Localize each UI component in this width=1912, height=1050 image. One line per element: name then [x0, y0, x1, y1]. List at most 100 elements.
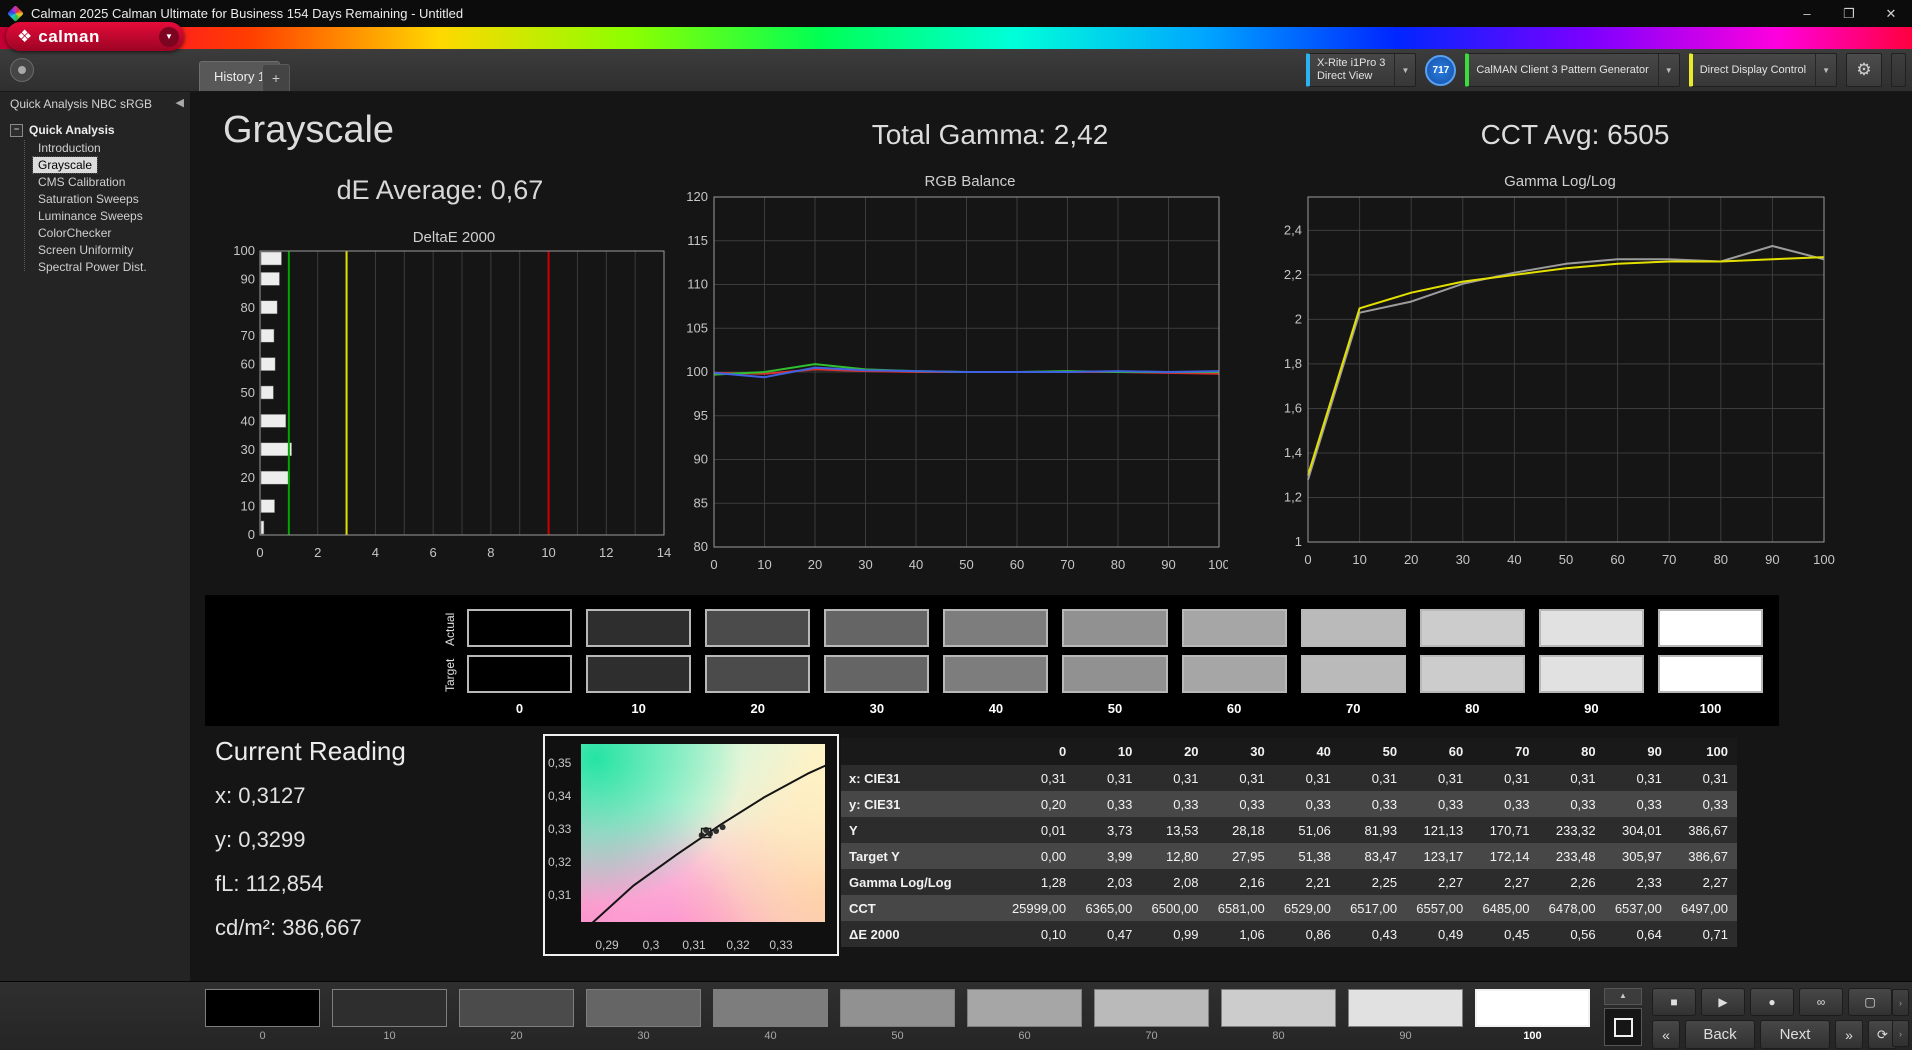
table-header-cell: 10: [1075, 744, 1141, 759]
table-cell: 0,33: [1208, 797, 1274, 812]
target-patch-30: [824, 655, 929, 693]
pattern-generator-button[interactable]: CalMAN Client 3 Pattern Generator ▼: [1465, 53, 1679, 87]
svg-text:50: 50: [959, 557, 973, 572]
meter-device-button[interactable]: X-Rite i1Pro 3 Direct View ▼: [1306, 53, 1416, 87]
svg-text:10: 10: [241, 499, 255, 514]
pattern-swatch: [1221, 989, 1336, 1027]
link-button[interactable]: ∞: [1799, 988, 1843, 1016]
cie-diagram[interactable]: 0,350,340,330,320,310,290,30,310,320,33: [543, 734, 839, 956]
sidebar-item-screen-uniformity[interactable]: Screen Uniformity: [33, 242, 138, 258]
deltae-chart-svg: 100908070605040302010002468101214: [230, 243, 680, 563]
actual-patch-20: [705, 609, 810, 647]
pattern-generator-label: CalMAN Client 3 Pattern Generator: [1476, 64, 1648, 76]
target-patch-80: [1420, 655, 1525, 693]
stop-button[interactable]: ■: [1652, 988, 1696, 1016]
sidebar-item-luminance-sweeps[interactable]: Luminance Sweeps: [33, 208, 148, 224]
pattern-swatch: [1348, 989, 1463, 1027]
app-logo-icon: [7, 5, 24, 22]
page-title: Grayscale: [223, 109, 394, 152]
close-button[interactable]: ✕: [1870, 0, 1912, 27]
stop-icon: ■: [1670, 995, 1677, 1009]
table-row-target-y: Target Y0,003,9912,8027,9551,3883,47123,…: [841, 843, 1737, 869]
tree-expander-icon[interactable]: −: [10, 124, 23, 137]
toolbar-overflow-button[interactable]: [1891, 53, 1906, 87]
pattern-level-button-70[interactable]: 70: [1094, 989, 1209, 1042]
maximize-button[interactable]: ❐: [1828, 0, 1870, 27]
next-button[interactable]: Next: [1760, 1020, 1830, 1049]
sidebar-item-introduction[interactable]: Introduction: [33, 140, 106, 156]
patch-level-label-80: 80: [1420, 701, 1525, 716]
table-cell: 0,43: [1340, 927, 1406, 942]
pattern-window-icon: [1614, 1018, 1633, 1037]
pattern-level-button-100[interactable]: 100: [1475, 989, 1590, 1042]
table-cell: 6478,00: [1538, 901, 1604, 916]
workflow-nav-button[interactable]: [10, 58, 34, 82]
table-cell: 0,20: [1009, 797, 1075, 812]
table-cell: 6497,00: [1671, 901, 1737, 916]
svg-text:85: 85: [694, 495, 708, 510]
pattern-level-button-40[interactable]: 40: [713, 989, 828, 1042]
pattern-level-button-10[interactable]: 10: [332, 989, 447, 1042]
sidebar-item-saturation-sweeps[interactable]: Saturation Sweeps: [33, 191, 144, 207]
record-button[interactable]: ●: [1750, 988, 1794, 1016]
reading-fl-value: fL: 112,854: [215, 871, 406, 897]
pattern-panel-up-button[interactable]: ▲: [1604, 988, 1642, 1005]
actual-patch-row: [467, 609, 1763, 647]
rgb-balance-chart-title: RGB Balance: [690, 173, 1250, 190]
table-cell: 0,33: [1538, 797, 1604, 812]
sidebar-collapse-icon[interactable]: ◀: [176, 96, 184, 109]
bottom-patch-row: 0 10 20 30405060708090100: [205, 989, 1590, 1042]
table-cell: 81,93: [1340, 823, 1406, 838]
play-button[interactable]: ▶: [1701, 988, 1745, 1016]
tree-root-quick-analysis[interactable]: − Quick Analysis: [0, 121, 190, 140]
app-window: Calman 2025 Calman Ultimate for Business…: [0, 0, 1912, 1050]
meter-reading-badge[interactable]: 717: [1425, 55, 1456, 86]
chevron-down-icon: ▼: [1394, 54, 1415, 86]
table-cell: 6517,00: [1340, 901, 1406, 916]
pattern-level-button-30[interactable]: 30: [586, 989, 701, 1042]
record-dot-icon: [18, 66, 26, 74]
sidebar-item-colorchecker[interactable]: ColorChecker: [33, 225, 116, 241]
patch-level-label-10: 10: [586, 701, 691, 716]
sidebar-item-spectral-power-dist[interactable]: Spectral Power Dist.: [33, 259, 152, 275]
pattern-level-label: 10: [332, 1030, 447, 1042]
pattern-level-button-0[interactable]: 0: [205, 989, 320, 1042]
svg-text:115: 115: [687, 233, 708, 248]
pattern-level-button-80[interactable]: 80: [1221, 989, 1336, 1042]
sidebar-item-grayscale[interactable]: Grayscale: [33, 157, 97, 173]
table-cell: 2,27: [1472, 875, 1538, 890]
svg-text:1,4: 1,4: [1284, 445, 1302, 460]
pattern-level-button-50[interactable]: 50: [840, 989, 955, 1042]
svg-text:2: 2: [314, 545, 321, 560]
svg-text:20: 20: [808, 557, 822, 572]
pattern-fullscreen-button[interactable]: ▢: [1848, 988, 1892, 1016]
mini-expand-down-button[interactable]: ›: [1892, 1020, 1909, 1047]
display-control-button[interactable]: Direct Display Control ▼: [1689, 53, 1837, 87]
next-chevron-button[interactable]: »: [1835, 1020, 1863, 1049]
sidebar-item-cms-calibration[interactable]: CMS Calibration: [33, 174, 130, 190]
mini-expand-up-button[interactable]: ›: [1892, 989, 1909, 1016]
back-button[interactable]: Back: [1685, 1020, 1755, 1049]
workflow-sidebar: Quick Analysis NBC sRGB ◀ − Quick Analys…: [0, 91, 191, 982]
back-chevron-button[interactable]: «: [1652, 1020, 1680, 1049]
svg-text:1,6: 1,6: [1284, 400, 1302, 415]
table-cell: 0,71: [1671, 927, 1737, 942]
table-cell: 6557,00: [1406, 901, 1472, 916]
cct-average-value: CCT Avg: 6505: [1295, 119, 1855, 151]
calman-menu-button[interactable]: ❖ calman ▼: [6, 22, 184, 51]
title-bar: Calman 2025 Calman Ultimate for Business…: [0, 0, 1912, 27]
settings-button[interactable]: ⚙: [1846, 53, 1882, 87]
svg-text:12: 12: [599, 545, 613, 560]
pattern-level-button-90[interactable]: 90: [1348, 989, 1463, 1042]
table-cell: 2,21: [1274, 875, 1340, 890]
minimize-button[interactable]: –: [1786, 0, 1828, 27]
pattern-level-label: 20: [459, 1030, 574, 1042]
patch-level-label-0: 0: [467, 701, 572, 716]
target-patch-90: [1539, 655, 1644, 693]
pattern-window-button[interactable]: [1604, 1008, 1642, 1046]
pattern-level-button-20[interactable]: 20: [459, 989, 574, 1042]
add-tab-button[interactable]: +: [262, 64, 290, 91]
pattern-level-button-60[interactable]: 60: [967, 989, 1082, 1042]
rainbow-brand-bar: [0, 27, 1912, 49]
table-cell: 0,00: [1009, 849, 1075, 864]
